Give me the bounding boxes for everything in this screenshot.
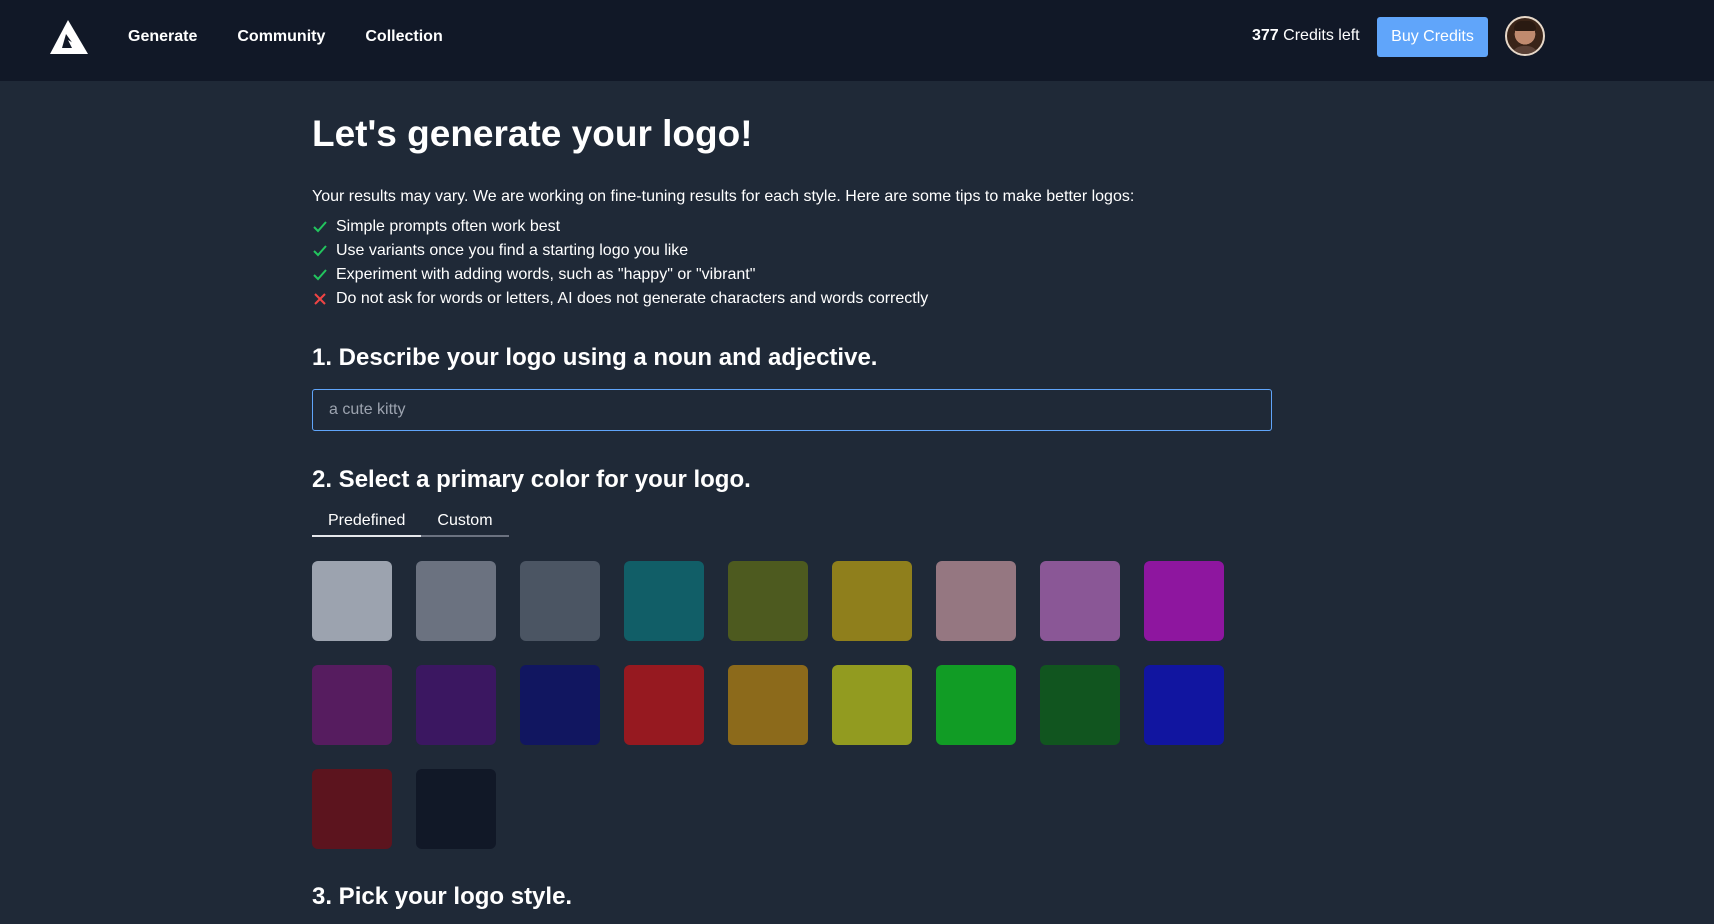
- tips-list: Simple prompts often work best Use varian…: [312, 215, 928, 311]
- tip-text: Use variants once you find a starting lo…: [336, 242, 689, 259]
- credits-label: Credits left: [1283, 27, 1360, 44]
- tip-item: Use variants once you find a starting lo…: [312, 239, 928, 263]
- color-swatch[interactable]: [1144, 665, 1224, 745]
- color-swatch[interactable]: [832, 665, 912, 745]
- buy-credits-button[interactable]: Buy Credits: [1377, 17, 1488, 57]
- color-swatch[interactable]: [1144, 561, 1224, 641]
- tip-item: Experiment with adding words, such as "h…: [312, 263, 928, 287]
- nav-link-generate[interactable]: Generate: [128, 28, 197, 46]
- color-swatch[interactable]: [624, 561, 704, 641]
- check-icon: [312, 219, 336, 235]
- color-swatch[interactable]: [416, 665, 496, 745]
- color-swatch[interactable]: [832, 561, 912, 641]
- nav-link-collection[interactable]: Collection: [365, 28, 442, 46]
- color-swatch[interactable]: [520, 665, 600, 745]
- color-swatch[interactable]: [1040, 665, 1120, 745]
- cross-icon: [312, 291, 336, 307]
- step3-title: 3. Pick your logo style.: [312, 883, 573, 910]
- color-swatch[interactable]: [520, 561, 600, 641]
- user-avatar[interactable]: [1505, 16, 1545, 56]
- intro-text: Your results may vary. We are working on…: [312, 188, 1135, 205]
- color-swatch[interactable]: [1040, 561, 1120, 641]
- color-swatch[interactable]: [624, 665, 704, 745]
- color-tabs: Predefined Custom: [312, 512, 509, 537]
- logo-description-input[interactable]: [312, 389, 1272, 431]
- page-title: Let's generate your logo!: [312, 113, 753, 154]
- tip-item: Do not ask for words or letters, AI does…: [312, 287, 928, 311]
- check-icon: [312, 243, 336, 259]
- color-swatch[interactable]: [312, 665, 392, 745]
- color-swatch[interactable]: [312, 769, 392, 849]
- color-swatch[interactable]: [728, 561, 808, 641]
- tab-custom[interactable]: Custom: [421, 512, 509, 537]
- tip-text: Simple prompts often work best: [336, 218, 561, 235]
- color-swatch[interactable]: [312, 561, 392, 641]
- step1-title: 1. Describe your logo using a noun and a…: [312, 344, 878, 371]
- color-swatch[interactable]: [416, 561, 496, 641]
- tip-text: Do not ask for words or letters, AI does…: [336, 290, 929, 307]
- app-logo-icon[interactable]: [48, 18, 90, 56]
- top-navbar: Generate Community Collection 377 Credit…: [0, 0, 1714, 81]
- tip-item: Simple prompts often work best: [312, 215, 928, 239]
- tab-predefined[interactable]: Predefined: [312, 512, 422, 537]
- tip-text: Experiment with adding words, such as "h…: [336, 266, 756, 283]
- color-swatch[interactable]: [936, 561, 1016, 641]
- nav-link-community[interactable]: Community: [237, 28, 325, 46]
- color-swatch[interactable]: [416, 769, 496, 849]
- color-swatch[interactable]: [936, 665, 1016, 745]
- step2-title: 2. Select a primary color for your logo.: [312, 466, 751, 493]
- nav-links: Generate Community Collection: [128, 0, 443, 74]
- color-swatch[interactable]: [728, 665, 808, 745]
- check-icon: [312, 267, 336, 283]
- credits-count: 377: [1252, 27, 1279, 44]
- credits-counter: 377 Credits left: [1252, 27, 1360, 45]
